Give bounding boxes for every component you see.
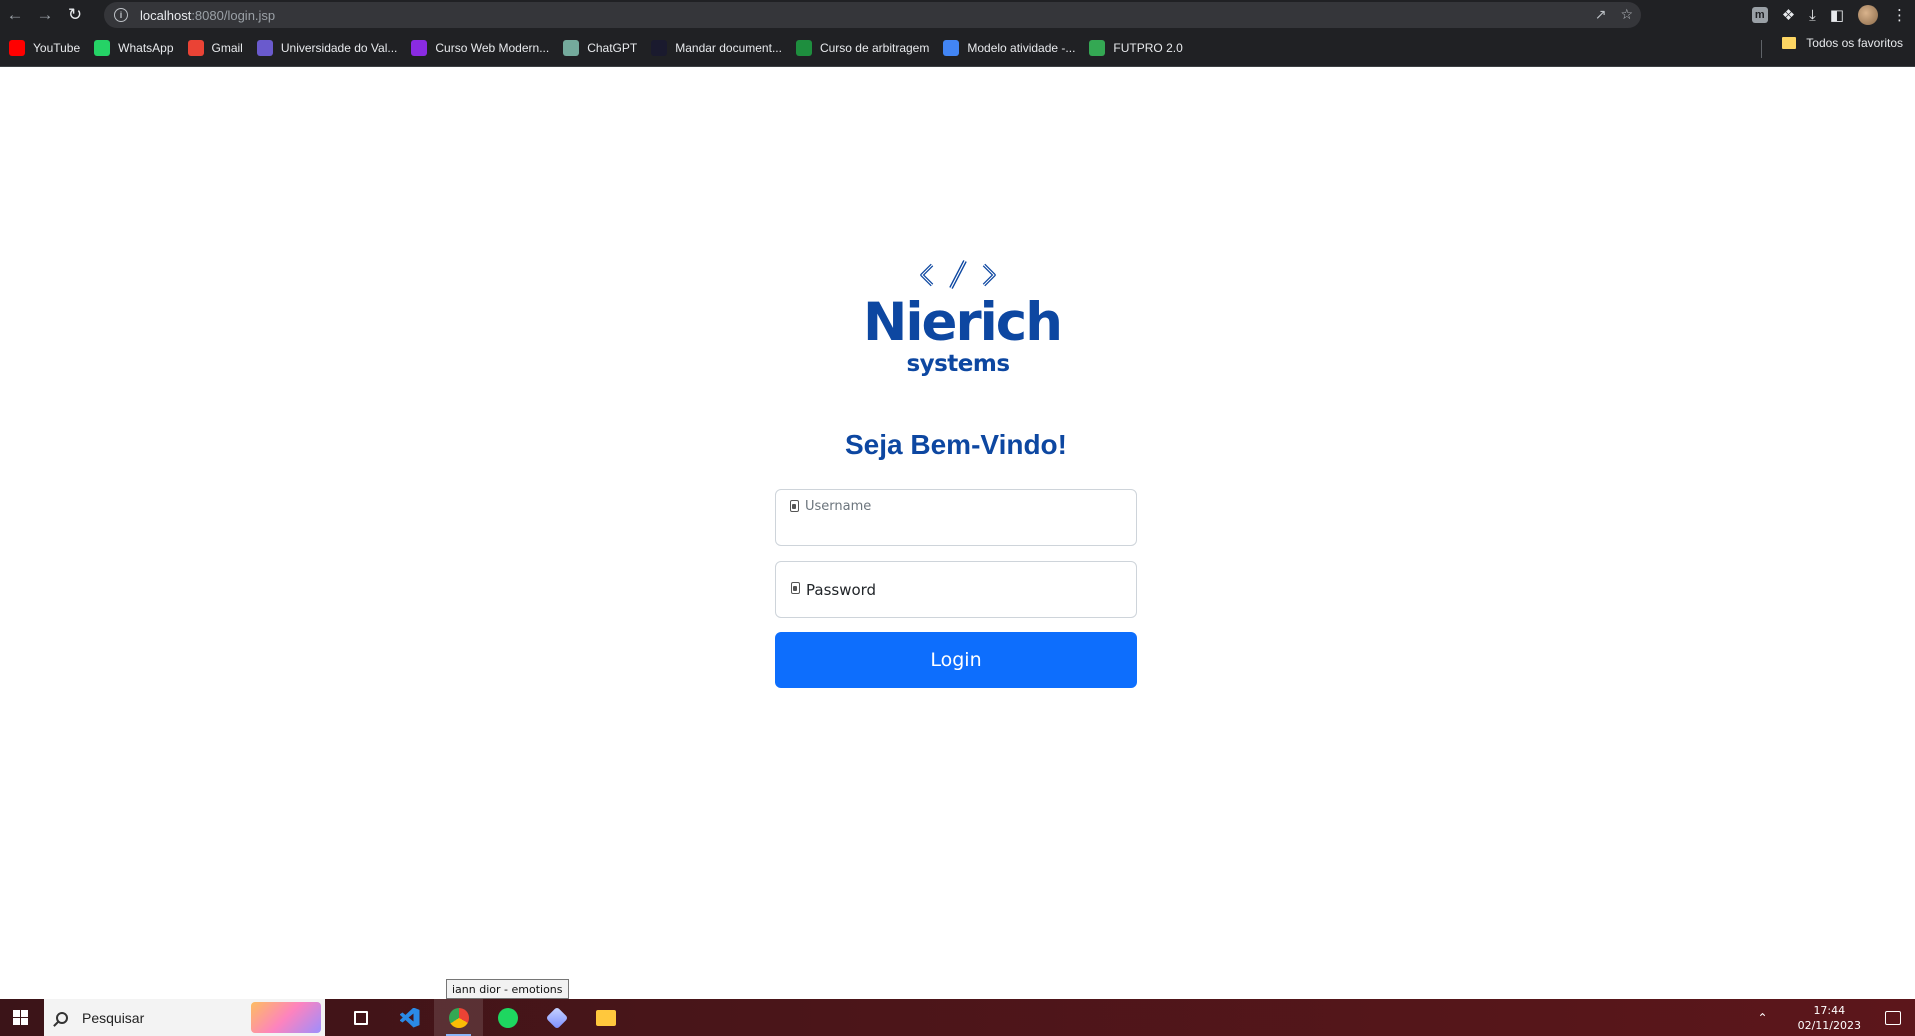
side-panel-icon[interactable]: ◧ [1830,6,1844,24]
windows-logo-icon [12,1010,28,1025]
bookmark-star-icon[interactable]: ☆ [1620,6,1633,23]
spotify-icon[interactable] [483,999,532,1036]
toolbar-right: m ❖ ⤓ ◧ ⋮ [1751,0,1907,30]
taskbar-apps [336,999,630,1036]
taskbar-search[interactable]: Pesquisar [44,999,325,1036]
url-text[interactable]: localhost:8080/login.jsp [140,8,275,23]
welcome-heading: Seja Bem-Vindo! [845,429,1067,460]
vscode-icon[interactable] [385,999,434,1036]
bookmark-item[interactable]: Mandar document... [651,36,782,60]
docs-icon [943,40,960,56]
folder-icon [1782,37,1797,49]
dio-icon [651,40,668,56]
bookmarks-separator [1761,40,1762,58]
clock[interactable]: 17:44 02/11/2023 [1798,1003,1861,1033]
brand-name: Nierich [863,292,1063,353]
address-bar[interactable]: i localhost:8080/login.jsp ↗ ☆ [104,2,1641,28]
bookmark-label: Universidade do Val... [280,41,398,55]
bookmark-item[interactable]: Modelo atividade -... [943,36,1075,60]
clock-date: 02/11/2023 [1797,1018,1861,1032]
system-tray: ⌃ 17:44 02/11/2023 [1758,999,1915,1036]
password-label: Password [806,581,877,599]
back-arrow-icon[interactable]: ← [0,0,30,30]
file-explorer-icon[interactable] [581,999,630,1036]
bookmark-label: Gmail [211,41,243,55]
bookmark-item[interactable]: WhatsApp [94,36,174,60]
windows-taskbar: Pesquisar ⌃ 17:44 02/11/2023 [0,999,1915,1036]
gmail-icon [187,40,204,56]
bookmark-label: Mandar document... [675,41,782,55]
chrome-icon[interactable] [434,999,483,1036]
bookmark-label: Modelo atividade -... [967,41,1076,55]
bookmark-item[interactable]: ChatGPT [563,36,637,60]
login-button[interactable]: Login [775,632,1137,688]
extensions-puzzle-icon[interactable]: ❖ [1782,6,1795,24]
all-bookmarks-label: Todos os favoritos [1806,36,1903,50]
taskbar-tooltip: iann dior - emotions [446,979,569,999]
bookmark-item[interactable]: Curso Web Modern... [411,36,549,60]
clock-time: 17:44 [1813,1003,1846,1017]
password-field[interactable]: Password [775,561,1137,618]
bookmark-item[interactable]: FUTPRO 2.0 [1089,36,1183,60]
tray-chevron-icon[interactable]: ⌃ [1758,1011,1768,1025]
bookmark-label: Curso de arbitragem [819,41,930,55]
username-label: Username [805,499,872,514]
url-path: :8080/login.jsp [191,7,276,23]
user-badge-icon [790,500,799,512]
bookmark-item[interactable]: Universidade do Val... [256,36,398,60]
start-button[interactable] [0,999,40,1036]
menu-kebab-icon[interactable]: ⋮ [1892,6,1907,24]
classroom-icon [795,40,812,56]
profile-avatar[interactable] [1858,5,1878,25]
extension-m-icon[interactable]: m [1751,7,1768,23]
search-placeholder: Pesquisar [82,1009,145,1026]
search-highlight-image [251,1002,321,1033]
download-icon[interactable]: ⤓ [1809,7,1816,24]
omnibox-actions: ↗ ☆ [1595,6,1633,23]
whatsapp-icon [94,40,111,56]
search-icon [56,1011,68,1024]
bookmark-item[interactable]: YouTube [9,36,80,60]
site-info-icon[interactable]: i [114,8,128,22]
chatgpt-icon [563,40,580,56]
bookmark-label: YouTube [33,41,81,55]
course-icon [411,40,428,56]
bookmark-label: FUTPRO 2.0 [1113,41,1183,55]
bookmark-item[interactable]: Gmail [187,36,243,60]
task-view-icon[interactable] [336,999,385,1036]
forward-arrow-icon[interactable]: → [30,0,60,30]
youtube-icon [9,40,25,56]
all-bookmarks-button[interactable]: Todos os favoritos [1782,36,1903,50]
app-cube-icon[interactable] [532,999,581,1036]
bookmark-label: ChatGPT [587,41,638,55]
bookmark-item[interactable]: Curso de arbitragem [795,36,930,60]
bookmark-label: Curso Web Modern... [435,41,550,55]
notifications-icon[interactable] [1885,1010,1901,1025]
lock-icon [791,582,800,594]
url-host: localhost [140,7,192,23]
browser-toolbar: ← → ↻ i localhost:8080/login.jsp ↗ ☆ m ❖… [0,0,1915,30]
username-field[interactable]: Username [775,489,1137,546]
reload-icon[interactable]: ↻ [60,0,90,30]
university-icon [256,40,273,56]
bookmarks-bar: YouTube WhatsApp Gmail Universidade do Val.… [0,30,1915,67]
futpro-icon [1089,40,1106,56]
share-icon[interactable]: ↗ [1595,6,1607,23]
brand-subtitle: systems [906,351,1010,377]
bookmark-label: WhatsApp [118,41,174,55]
